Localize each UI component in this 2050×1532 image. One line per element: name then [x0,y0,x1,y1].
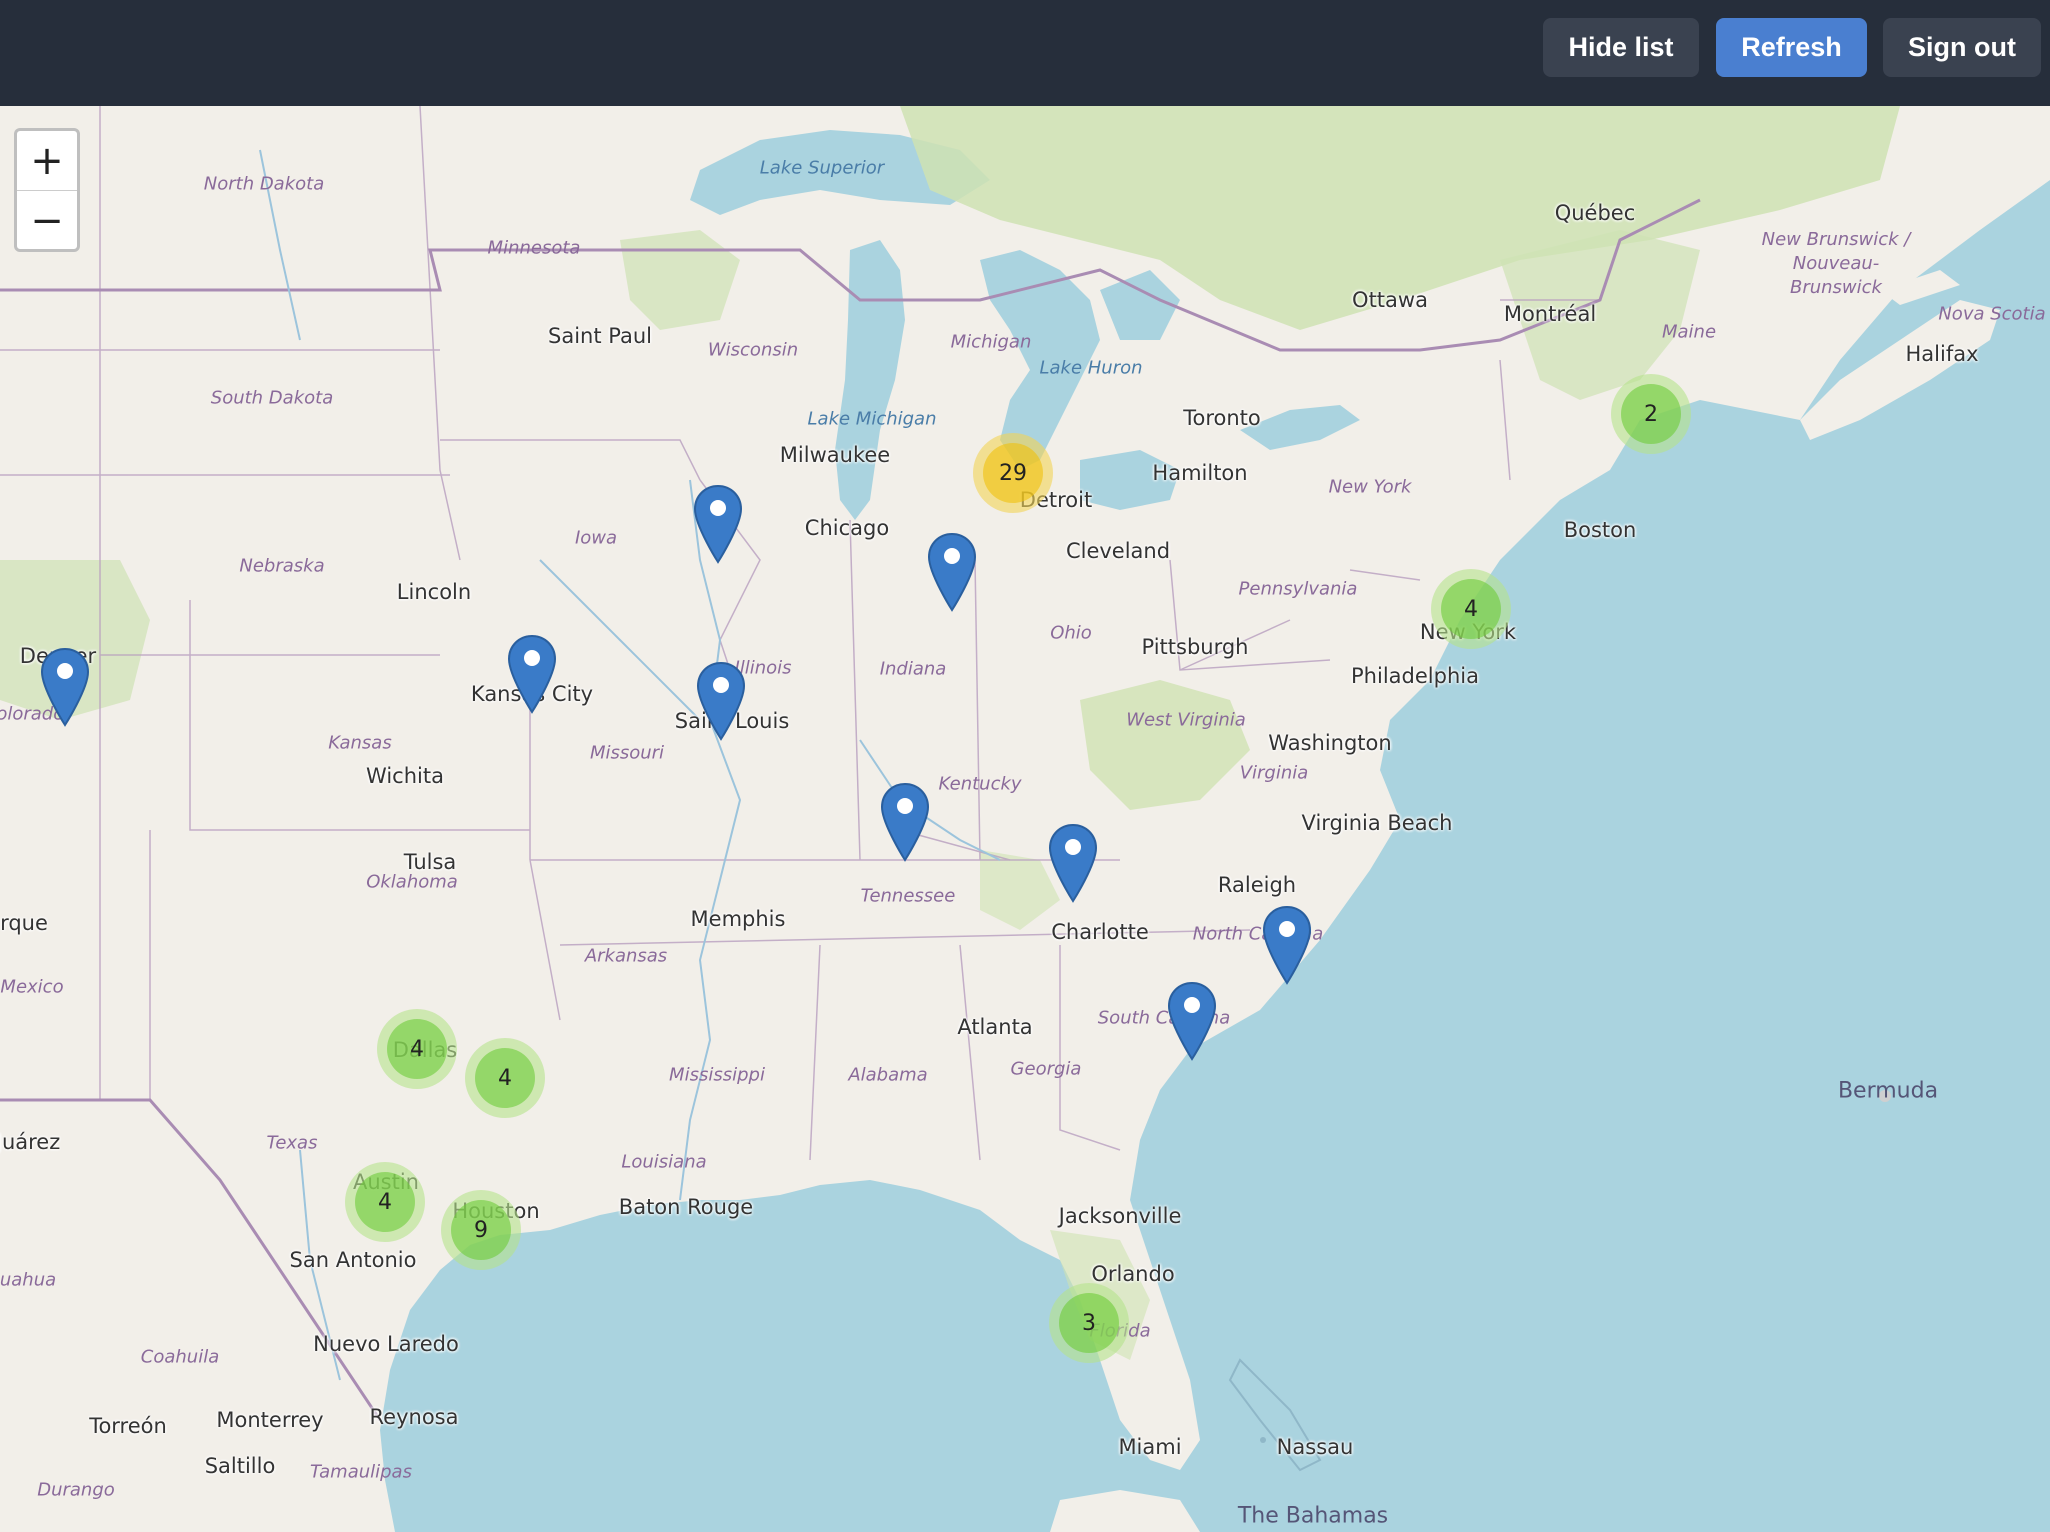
zoom-in-button[interactable]: + [17,131,77,190]
map-pin-icon[interactable] [880,782,930,862]
cluster-count: 4 [475,1048,535,1108]
marker-cluster[interactable]: 9 [441,1190,521,1270]
marker-cluster[interactable]: 4 [1431,569,1511,649]
hide-list-button[interactable]: Hide list [1543,18,1699,77]
map-pin-icon[interactable] [40,647,90,727]
map-pin-icon[interactable] [507,634,557,714]
cluster-count: 3 [1059,1293,1119,1353]
marker-cluster[interactable]: 4 [465,1038,545,1118]
cluster-count: 2 [1621,384,1681,444]
map-pin-icon[interactable] [693,484,743,564]
top-bar: Hide list Refresh Sign out [0,0,2050,106]
marker-cluster[interactable]: 2 [1611,374,1691,454]
marker-cluster[interactable]: 3 [1049,1283,1129,1363]
map-pin-icon[interactable] [1262,905,1312,985]
marker-cluster[interactable]: 29 [973,433,1053,513]
map-pin-icon[interactable] [1048,823,1098,903]
cluster-count: 9 [451,1200,511,1260]
map-tiles [0,106,2050,1532]
zoom-control: + − [14,128,80,252]
map-pin-icon[interactable] [1167,981,1217,1061]
zoom-out-button[interactable]: − [17,191,77,250]
cluster-count: 29 [983,443,1043,503]
cluster-count: 4 [387,1019,447,1079]
map-canvas[interactable]: Québec Ottawa Montréal Halifax Saint Pau… [0,106,2050,1532]
map-pin-icon[interactable] [927,532,977,612]
marker-cluster[interactable]: 4 [345,1162,425,1242]
cluster-count: 4 [1441,579,1501,639]
refresh-button[interactable]: Refresh [1716,18,1867,77]
marker-cluster[interactable]: 4 [377,1009,457,1089]
cluster-count: 4 [355,1172,415,1232]
map-pin-icon[interactable] [696,661,746,741]
sign-out-button[interactable]: Sign out [1883,18,2041,77]
